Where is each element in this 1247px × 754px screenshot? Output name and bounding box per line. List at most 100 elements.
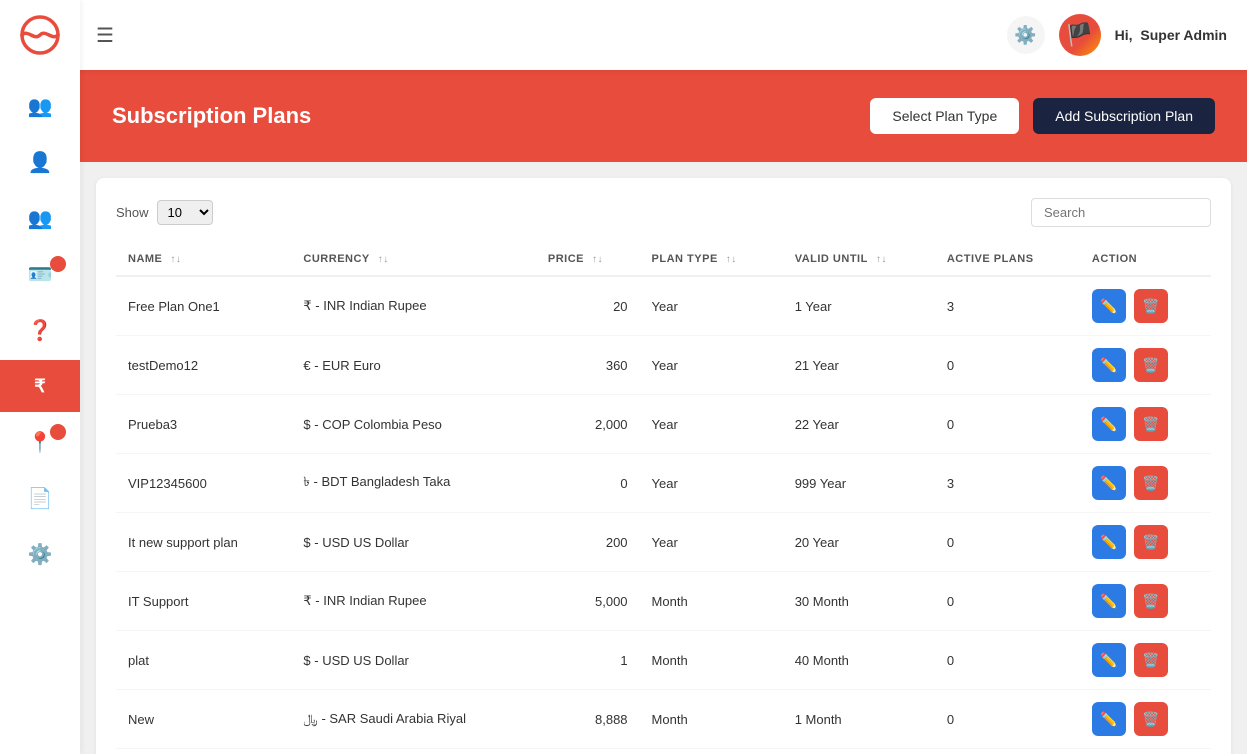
menu-toggle-icon[interactable]: ☰ xyxy=(96,23,114,48)
delete-button[interactable]: 🗑️ xyxy=(1134,584,1168,618)
main-area: ☰ ⚙️ 🏴 Hi, Super Admin Subscription Plan… xyxy=(80,0,1247,754)
col-action: ACTION xyxy=(1080,243,1211,276)
cell-price: 2,000 xyxy=(536,395,640,454)
sidebar-item-subscription[interactable]: ₹ xyxy=(0,360,80,412)
sidebar-item-users[interactable]: 👤 xyxy=(0,136,80,188)
sort-icon-valid[interactable]: ↑↓ xyxy=(876,254,887,265)
delete-button[interactable]: 🗑️ xyxy=(1134,348,1168,382)
sidebar-item-settings[interactable]: ⚙️ xyxy=(0,528,80,580)
cell-currency: $ - COP Colombia Peso xyxy=(291,395,535,454)
cell-name: It new support plan xyxy=(116,513,291,572)
cell-valid-until: 1 Year xyxy=(783,276,935,336)
page-header: Subscription Plans Select Plan Type Add … xyxy=(80,70,1247,162)
sort-icon-plan-type[interactable]: ↑↓ xyxy=(726,254,737,265)
user-icon: 👤 xyxy=(28,150,53,175)
cell-name: testDemo12 xyxy=(116,336,291,395)
cell-plan-type: Year xyxy=(640,395,783,454)
col-currency: CURRENCY ↑↓ xyxy=(291,243,535,276)
greeting-hi: Hi, xyxy=(1115,27,1133,43)
cell-action: ✏️ 🗑️ xyxy=(1080,631,1211,690)
col-name: NAME ↑↓ xyxy=(116,243,291,276)
sort-icon-price[interactable]: ↑↓ xyxy=(592,254,603,265)
cell-valid-until: 40 Month xyxy=(783,631,935,690)
table-row: testDemo12 € - EUR Euro 360 Year 21 Year… xyxy=(116,336,1211,395)
sidebar-item-docs[interactable]: 📄 xyxy=(0,472,80,524)
cell-active-plans: 3 xyxy=(935,276,1080,336)
table-container: Show 10 25 50 100 NAME xyxy=(96,178,1231,754)
delete-button[interactable]: 🗑️ xyxy=(1134,466,1168,500)
avatar[interactable]: 🏴 xyxy=(1059,14,1101,56)
cell-valid-until: 999 Year xyxy=(783,454,935,513)
cell-name: Free Plan One1 xyxy=(116,276,291,336)
cell-active-plans: 0 xyxy=(935,631,1080,690)
cell-plan-type: Month xyxy=(640,690,783,749)
cell-plan-type: Year xyxy=(640,276,783,336)
edit-button[interactable]: ✏️ xyxy=(1092,289,1126,323)
cell-price: 20 xyxy=(536,276,640,336)
delete-button[interactable]: 🗑️ xyxy=(1134,643,1168,677)
cell-action: ✏️ 🗑️ xyxy=(1080,513,1211,572)
show-label-text: Show xyxy=(116,205,149,220)
cell-name: Prueba3 xyxy=(116,395,291,454)
delete-button[interactable]: 🗑️ xyxy=(1134,289,1168,323)
edit-button[interactable]: ✏️ xyxy=(1092,466,1126,500)
cards-icon: 🪪 xyxy=(28,262,53,287)
groups-icon: 👥 xyxy=(28,206,53,231)
cell-valid-until: 1 Month xyxy=(783,690,935,749)
cell-price: 1 xyxy=(536,631,640,690)
cell-currency: ₹ - INR Indian Rupee xyxy=(291,276,535,336)
sort-icon-currency[interactable]: ↑↓ xyxy=(378,254,389,265)
sidebar-item-cards[interactable]: 🪪 xyxy=(0,248,80,300)
edit-button[interactable]: ✏️ xyxy=(1092,702,1126,736)
logo xyxy=(0,0,80,70)
pin-icon: 📍 xyxy=(28,430,53,455)
add-plan-button[interactable]: Add Subscription Plan xyxy=(1033,98,1215,134)
cell-active-plans: 0 xyxy=(935,395,1080,454)
cell-currency: $ - USD US Dollar xyxy=(291,631,535,690)
gear-icon[interactable]: ⚙️ xyxy=(1007,16,1045,54)
search-input[interactable] xyxy=(1031,198,1211,227)
edit-button[interactable]: ✏️ xyxy=(1092,348,1126,382)
cell-plan-type: Year xyxy=(640,454,783,513)
select-plan-button[interactable]: Select Plan Type xyxy=(870,98,1019,134)
sidebar-item-help[interactable]: ❓ xyxy=(0,304,80,356)
sidebar: 👥 👤 👥 🪪 ❓ ₹ 📍 📄 ⚙️ xyxy=(0,0,80,754)
cell-price: 360 xyxy=(536,336,640,395)
cell-price: 200 xyxy=(536,513,640,572)
table-row: It new support plan $ - USD US Dollar 20… xyxy=(116,513,1211,572)
show-select[interactable]: 10 25 50 100 xyxy=(157,200,213,225)
cell-valid-until: 20 Year xyxy=(783,513,935,572)
cell-action: ✏️ 🗑️ xyxy=(1080,572,1211,631)
settings-icon: ⚙️ xyxy=(28,542,53,567)
sort-icon-name[interactable]: ↑↓ xyxy=(170,254,181,265)
dashboard-icon: 👥 xyxy=(28,94,53,119)
cell-currency: $ - USD US Dollar xyxy=(291,513,535,572)
subscription-table: NAME ↑↓ CURRENCY ↑↓ PRIC xyxy=(116,243,1211,749)
cell-currency: € - EUR Euro xyxy=(291,336,535,395)
edit-button[interactable]: ✏️ xyxy=(1092,407,1126,441)
table-header: NAME ↑↓ CURRENCY ↑↓ PRIC xyxy=(116,243,1211,276)
docs-icon: 📄 xyxy=(28,486,53,511)
avatar-flag: 🏴 xyxy=(1059,14,1101,56)
cell-name: plat xyxy=(116,631,291,690)
delete-button[interactable]: 🗑️ xyxy=(1134,525,1168,559)
table-toolbar: Show 10 25 50 100 xyxy=(116,198,1211,227)
sidebar-item-pin[interactable]: 📍 xyxy=(0,416,80,468)
cell-active-plans: 3 xyxy=(935,454,1080,513)
cell-currency: ₹ - INR Indian Rupee xyxy=(291,572,535,631)
sidebar-item-dashboard[interactable]: 👥 xyxy=(0,80,80,132)
cell-plan-type: Month xyxy=(640,631,783,690)
edit-button[interactable]: ✏️ xyxy=(1092,643,1126,677)
delete-button[interactable]: 🗑️ xyxy=(1134,407,1168,441)
cell-active-plans: 0 xyxy=(935,336,1080,395)
edit-button[interactable]: ✏️ xyxy=(1092,525,1126,559)
table-row: New ﷼ - SAR Saudi Arabia Riyal 8,888 Mon… xyxy=(116,690,1211,749)
cell-valid-until: 22 Year xyxy=(783,395,935,454)
header-actions: Select Plan Type Add Subscription Plan xyxy=(870,98,1215,134)
cell-plan-type: Year xyxy=(640,513,783,572)
edit-button[interactable]: ✏️ xyxy=(1092,584,1126,618)
subscription-icon: ₹ xyxy=(34,376,45,397)
sidebar-item-groups[interactable]: 👥 xyxy=(0,192,80,244)
delete-button[interactable]: 🗑️ xyxy=(1134,702,1168,736)
col-price: PRICE ↑↓ xyxy=(536,243,640,276)
